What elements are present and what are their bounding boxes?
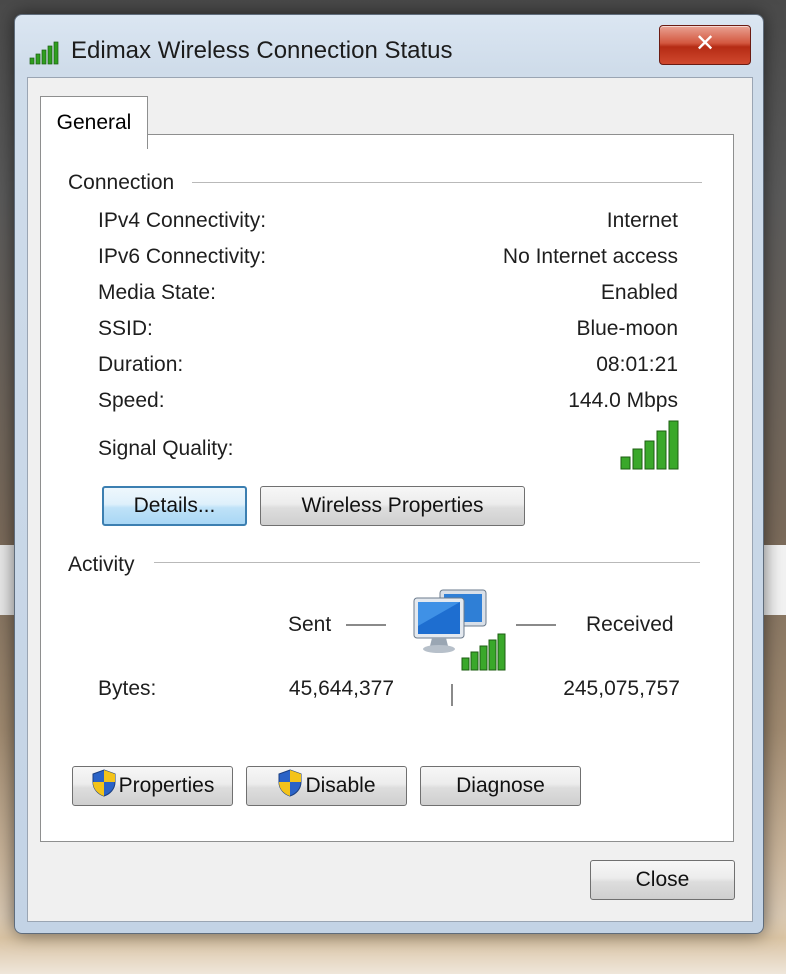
- media-state-label: Media State:: [98, 281, 216, 304]
- connection-divider: [192, 182, 702, 183]
- received-dash: [516, 624, 556, 626]
- ipv4-value: Internet: [606, 209, 678, 232]
- close-icon: ✕: [694, 30, 716, 57]
- uac-shield-icon: [277, 769, 303, 803]
- sent-label: Sent: [288, 613, 332, 636]
- duration-value: 08:01:21: [596, 353, 678, 376]
- speed-value: 144.0 Mbps: [568, 389, 678, 412]
- activity-heading: Activity: [68, 553, 145, 577]
- connection-heading: Connection: [68, 171, 185, 195]
- received-label: Received: [586, 613, 674, 636]
- window-close-button[interactable]: ✕: [659, 25, 751, 65]
- bytes-sent-value: 45,644,377: [288, 677, 394, 700]
- disable-button-label: Disable: [305, 774, 376, 797]
- speed-label: Speed:: [98, 389, 165, 412]
- disable-button[interactable]: Disable: [246, 766, 407, 806]
- details-button[interactable]: Details...: [102, 486, 247, 526]
- signal-quality-icon: [620, 419, 684, 476]
- bytes-received-value: 245,075,757: [563, 677, 680, 700]
- wireless-properties-button[interactable]: Wireless Properties: [260, 486, 525, 526]
- ssid-label: SSID:: [98, 317, 153, 340]
- close-button[interactable]: Close: [590, 860, 735, 900]
- diagnose-button[interactable]: Diagnose: [420, 766, 581, 806]
- bytes-label: Bytes:: [98, 677, 157, 700]
- properties-button[interactable]: Properties: [72, 766, 233, 806]
- background-left: [0, 545, 14, 615]
- ssid-value: Blue-moon: [576, 317, 678, 340]
- title-bar[interactable]: Edimax Wireless Connection Status ✕: [15, 15, 763, 75]
- sent-dash: [346, 624, 386, 626]
- tab-general[interactable]: General: [40, 96, 148, 149]
- uac-shield-icon: [91, 769, 117, 803]
- ipv4-label: IPv4 Connectivity:: [98, 209, 267, 232]
- signal-quality-label: Signal Quality:: [98, 437, 234, 460]
- activity-divider: [154, 562, 700, 563]
- signal-bars-icon: [29, 41, 63, 70]
- duration-label: Duration:: [98, 353, 184, 376]
- ipv6-label: IPv6 Connectivity:: [98, 245, 267, 268]
- properties-button-label: Properties: [118, 774, 215, 797]
- media-state-value: Enabled: [600, 281, 678, 304]
- network-computers-icon: [410, 586, 510, 681]
- activity-separator: [451, 684, 453, 706]
- window-title: Edimax Wireless Connection Status: [71, 37, 453, 64]
- ipv6-value: No Internet access: [502, 245, 678, 268]
